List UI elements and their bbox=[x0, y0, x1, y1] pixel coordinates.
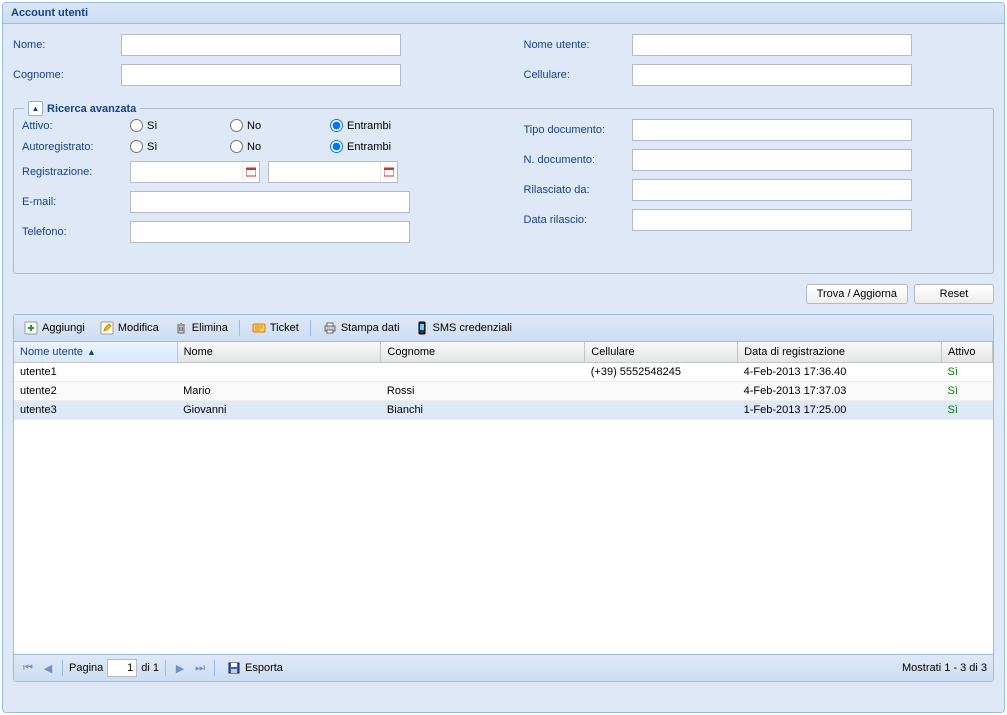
autoreg-radio-group: Sì No Entrambi bbox=[130, 140, 420, 153]
registrazione-label: Registrazione: bbox=[22, 166, 130, 178]
last-page-icon[interactable]: ⏭ bbox=[192, 660, 208, 676]
print-button[interactable]: Stampa dati bbox=[317, 318, 405, 338]
results-table: Nome utente▲ Nome Cognome Cellulare Data… bbox=[14, 342, 993, 420]
email-label: E-mail: bbox=[22, 196, 130, 208]
display-info: Mostrati 1 - 3 di 3 bbox=[902, 662, 987, 674]
telefono-label: Telefono: bbox=[22, 226, 130, 238]
rilasciato-input[interactable] bbox=[632, 179, 912, 201]
grid-empty-space bbox=[14, 420, 993, 654]
table-row[interactable]: utente2MarioRossi4-Feb-2013 17:37.03Sì bbox=[14, 382, 993, 401]
calendar-icon[interactable] bbox=[242, 162, 259, 182]
tipo-doc-input[interactable] bbox=[632, 119, 912, 141]
col-data-reg[interactable]: Data di registrazione bbox=[738, 342, 942, 363]
sort-asc-icon: ▲ bbox=[87, 347, 96, 357]
autoreg-si-radio[interactable] bbox=[130, 140, 143, 153]
attivo-radio-group: Sì No Entrambi bbox=[130, 119, 420, 132]
advanced-legend: ▲ Ricerca avanzata bbox=[24, 101, 140, 116]
advanced-fieldset: ▲ Ricerca avanzata Attivo: Sì No Entramb… bbox=[13, 108, 994, 274]
registrazione-from[interactable] bbox=[130, 161, 260, 183]
table-row[interactable]: utente1(+39) 55525482454-Feb-2013 17:36.… bbox=[14, 363, 993, 382]
col-nome[interactable]: Nome bbox=[177, 342, 381, 363]
pagina-label: Pagina bbox=[69, 662, 103, 674]
autoreg-entrambi-radio[interactable] bbox=[330, 140, 343, 153]
results-grid: Aggiungi Modifica Elimina Ticket bbox=[13, 314, 994, 682]
n-doc-input[interactable] bbox=[632, 149, 912, 171]
registrazione-to-field[interactable] bbox=[269, 162, 380, 182]
attivo-si-radio[interactable] bbox=[130, 119, 143, 132]
grid-toolbar: Aggiungi Modifica Elimina Ticket bbox=[14, 315, 993, 342]
account-utenti-panel: Account utenti Nome: Cognome: Nome utent… bbox=[2, 2, 1005, 713]
col-cognome[interactable]: Cognome bbox=[381, 342, 585, 363]
print-icon bbox=[322, 320, 338, 336]
tipo-doc-label: Tipo documento: bbox=[524, 124, 632, 136]
nome-utente-label: Nome utente: bbox=[524, 39, 632, 51]
page-total: di 1 bbox=[141, 662, 159, 674]
first-page-icon[interactable]: ⏮ bbox=[20, 660, 36, 676]
search-button[interactable]: Trova / Aggiorna bbox=[806, 284, 908, 304]
nome-input[interactable] bbox=[121, 34, 401, 56]
attivo-entrambi-radio[interactable] bbox=[330, 119, 343, 132]
separator bbox=[310, 320, 311, 336]
autoregistrato-label: Autoregistrato: bbox=[22, 141, 130, 153]
separator bbox=[239, 320, 240, 336]
attivo-no-radio[interactable] bbox=[230, 119, 243, 132]
cognome-input[interactable] bbox=[121, 64, 401, 86]
data-rilascio-input[interactable] bbox=[632, 209, 912, 231]
phone-icon bbox=[414, 320, 430, 336]
nome-utente-input[interactable] bbox=[632, 34, 912, 56]
save-icon bbox=[226, 660, 242, 676]
trash-icon bbox=[173, 320, 189, 336]
cellulare-input[interactable] bbox=[632, 64, 912, 86]
prev-page-icon[interactable]: ◀ bbox=[40, 660, 56, 676]
edit-icon bbox=[99, 320, 115, 336]
panel-title: Account utenti bbox=[3, 3, 1004, 24]
basic-search-form: Nome: Cognome: Nome utente: Cellulare: bbox=[13, 34, 994, 94]
registrazione-from-field[interactable] bbox=[131, 162, 242, 182]
add-icon bbox=[23, 320, 39, 336]
telefono-input[interactable] bbox=[130, 221, 410, 243]
nome-label: Nome: bbox=[13, 39, 121, 51]
col-nome-utente[interactable]: Nome utente▲ bbox=[14, 342, 177, 363]
table-row[interactable]: utente3GiovanniBianchi1-Feb-2013 17:25.0… bbox=[14, 401, 993, 420]
panel-body: Nome: Cognome: Nome utente: Cellulare: bbox=[3, 24, 1004, 692]
col-attivo[interactable]: Attivo bbox=[942, 342, 993, 363]
delete-button[interactable]: Elimina bbox=[168, 318, 233, 338]
reset-button[interactable]: Reset bbox=[914, 284, 994, 304]
registrazione-to[interactable] bbox=[268, 161, 398, 183]
page-input[interactable] bbox=[107, 659, 137, 677]
data-rilascio-label: Data rilascio: bbox=[524, 214, 632, 226]
attivo-label: Attivo: bbox=[22, 120, 130, 132]
col-cellulare[interactable]: Cellulare bbox=[585, 342, 738, 363]
cognome-label: Cognome: bbox=[13, 69, 121, 81]
calendar-icon[interactable] bbox=[380, 162, 397, 182]
collapse-icon[interactable]: ▲ bbox=[28, 101, 43, 116]
paging-toolbar: ⏮ ◀ Pagina di 1 ▶ ⏭ Esporta Mostrati 1 -… bbox=[14, 654, 993, 681]
autoreg-no-radio[interactable] bbox=[230, 140, 243, 153]
button-bar: Trova / Aggiorna Reset bbox=[13, 284, 994, 304]
edit-button[interactable]: Modifica bbox=[94, 318, 164, 338]
add-button[interactable]: Aggiungi bbox=[18, 318, 90, 338]
ticket-icon bbox=[251, 320, 267, 336]
cellulare-label: Cellulare: bbox=[524, 69, 632, 81]
export-button[interactable]: Esporta bbox=[221, 658, 288, 678]
email-input[interactable] bbox=[130, 191, 410, 213]
advanced-legend-text: Ricerca avanzata bbox=[47, 103, 136, 115]
rilasciato-label: Rilasciato da: bbox=[524, 184, 632, 196]
next-page-icon[interactable]: ▶ bbox=[172, 660, 188, 676]
sms-button[interactable]: SMS credenziali bbox=[409, 318, 517, 338]
n-doc-label: N. documento: bbox=[524, 154, 632, 166]
ticket-button[interactable]: Ticket bbox=[246, 318, 304, 338]
